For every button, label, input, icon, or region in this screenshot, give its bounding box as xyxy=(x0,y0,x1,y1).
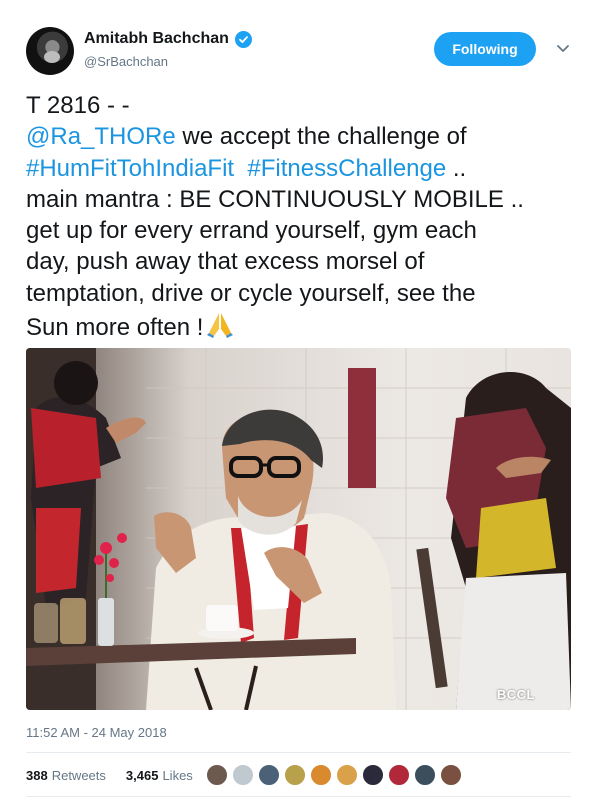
liker-avatar[interactable] xyxy=(414,764,436,786)
verified-badge-icon xyxy=(234,30,252,48)
mention-link[interactable]: @Ra_THORe xyxy=(26,123,176,150)
tweet-line: Sun more often ! xyxy=(26,309,581,347)
tweet-line: day, push away that excess morsel of xyxy=(26,248,425,276)
chevron-down-icon[interactable] xyxy=(555,40,571,56)
author-avatar[interactable] xyxy=(26,27,74,75)
retweets-count[interactable]: 388 xyxy=(26,768,48,783)
tweet-line: main mantra : BE CONTINUOUSLY MOBILE .. xyxy=(26,185,524,213)
following-button[interactable]: Following xyxy=(434,32,536,66)
liker-avatars xyxy=(206,764,462,786)
tweet-text-fragment: we accept the challenge of xyxy=(175,123,467,151)
tweet-timestamp[interactable]: 11:52 AM - 24 May 2018 xyxy=(26,725,167,740)
tweet-line: get up for every errand yourself, gym ea… xyxy=(26,217,477,245)
liker-avatar[interactable] xyxy=(440,764,462,786)
liker-avatar[interactable] xyxy=(284,764,306,786)
tweet-header: Amitabh Bachchan @SrBachchan Following xyxy=(26,26,576,78)
divider xyxy=(26,796,571,797)
liker-avatar[interactable] xyxy=(310,764,332,786)
likes-label[interactable]: Likes xyxy=(162,768,192,783)
tweet-text-fragment: .. xyxy=(446,154,467,182)
liker-avatar[interactable] xyxy=(206,764,228,786)
liker-avatar[interactable] xyxy=(258,764,280,786)
liker-avatar[interactable] xyxy=(362,764,384,786)
tweet-line: temptation, drive or cycle yourself, see… xyxy=(26,279,476,307)
tweet-photo[interactable]: BCCL xyxy=(26,348,571,710)
tweet-text-fragment: Sun more often ! xyxy=(26,314,204,342)
tweet-line: @Ra_THORe we accept the challenge of xyxy=(26,121,581,152)
liker-avatar[interactable] xyxy=(336,764,358,786)
liker-avatar[interactable] xyxy=(388,764,410,786)
author-name-row: Amitabh Bachchan xyxy=(84,30,252,48)
tweet-line: T 2816 - - xyxy=(26,92,130,119)
likes-count[interactable]: 3,465 xyxy=(126,768,159,783)
tweet-line: #HumFitTohIndiaFit #FitnessChallenge .. xyxy=(26,153,581,184)
photo-watermark: BCCL xyxy=(496,687,535,702)
author-handle[interactable]: @SrBachchan xyxy=(84,54,168,69)
hashtag-link[interactable]: #FitnessChallenge xyxy=(247,155,446,182)
author-name[interactable]: Amitabh Bachchan xyxy=(84,30,229,48)
tweet-stats: 388 Retweets 3,465 Likes xyxy=(26,768,193,783)
folded-hands-emoji xyxy=(205,309,235,347)
hashtag-link[interactable]: #HumFitTohIndiaFit xyxy=(26,155,234,182)
photo-image xyxy=(26,348,571,710)
retweets-label[interactable]: Retweets xyxy=(52,768,106,783)
tweet-text: T 2816 - - @Ra_THORe we accept the chall… xyxy=(26,90,581,347)
liker-avatar[interactable] xyxy=(232,764,254,786)
divider xyxy=(26,752,571,753)
